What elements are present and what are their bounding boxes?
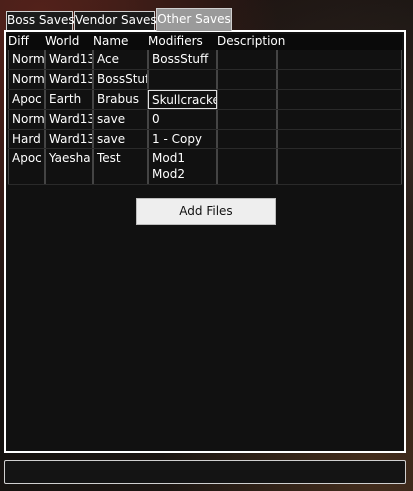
cell-name: save xyxy=(93,110,148,129)
tab-bar: Boss Saves Vendor Saves Other Saves xyxy=(6,8,246,31)
cell-diff: Hard xyxy=(8,130,45,148)
cell-description xyxy=(217,70,277,89)
cell-description xyxy=(217,110,277,129)
cell-modifiers xyxy=(148,70,217,89)
cell-filler xyxy=(277,70,402,89)
cell-modifiers: Mod1 Mod2 xyxy=(148,149,217,184)
cell-filler xyxy=(277,110,402,129)
table-header: Diff World Name Modifiers Description xyxy=(8,34,402,50)
status-bar xyxy=(4,460,406,484)
cell-description xyxy=(217,130,277,148)
cell-world: Ward13 xyxy=(45,110,93,129)
add-files-button[interactable]: Add Files xyxy=(136,198,276,225)
tab-boss-saves[interactable]: Boss Saves xyxy=(6,11,75,30)
cell-filler xyxy=(277,130,402,148)
column-header-diff[interactable]: Diff xyxy=(8,34,29,49)
table-row[interactable]: Apoc Yaesha Test Mod1 Mod2 xyxy=(8,149,402,185)
column-header-modifiers[interactable]: Modifiers xyxy=(148,34,203,49)
table-row[interactable]: Hard Ward13 save 1 - Copy xyxy=(8,130,402,149)
cell-diff: Apoc xyxy=(8,149,45,184)
cell-name: Brabus xyxy=(93,90,148,109)
cell-description xyxy=(217,90,277,109)
column-header-description[interactable]: Description xyxy=(217,34,285,49)
cell-name: BossStuff xyxy=(93,70,148,89)
saves-table: Diff World Name Modifiers Description No… xyxy=(8,34,402,185)
cell-modifiers: 1 - Copy xyxy=(148,130,217,148)
table-row[interactable]: Norm Ward13 Ace BossStuff xyxy=(8,50,402,70)
cell-diff: Norm xyxy=(8,110,45,129)
cell-filler xyxy=(277,90,402,109)
cell-filler xyxy=(277,50,402,69)
table-row[interactable]: Norm Ward13 BossStuff xyxy=(8,70,402,90)
table-row[interactable]: Norm Ward13 save 0 xyxy=(8,110,402,130)
cell-filler xyxy=(277,149,402,184)
cell-diff: Norm xyxy=(8,70,45,89)
cell-name: Ace xyxy=(93,50,148,69)
cell-description xyxy=(217,149,277,184)
tab-other-saves[interactable]: Other Saves xyxy=(156,8,232,31)
table-row[interactable]: Apoc Earth Brabus Skullcracker xyxy=(8,90,402,110)
cell-world: Earth xyxy=(45,90,93,109)
cell-diff: Apoc xyxy=(8,90,45,109)
cell-name: Test xyxy=(93,149,148,184)
cell-world: Ward13 xyxy=(45,130,93,148)
tab-vendor-saves[interactable]: Vendor Saves xyxy=(74,11,157,30)
cell-modifiers: BossStuff xyxy=(148,50,217,69)
cell-diff: Norm xyxy=(8,50,45,69)
column-header-name[interactable]: Name xyxy=(93,34,128,49)
cell-modifiers-selected[interactable]: Skullcracker xyxy=(148,90,217,109)
cell-modifiers: 0 xyxy=(148,110,217,129)
cell-world: Ward13 xyxy=(45,70,93,89)
other-saves-panel: Diff World Name Modifiers Description No… xyxy=(4,30,406,453)
cell-world: Yaesha xyxy=(45,149,93,184)
cell-description xyxy=(217,50,277,69)
column-header-world[interactable]: World xyxy=(45,34,79,49)
cell-world: Ward13 xyxy=(45,50,93,69)
cell-name: save xyxy=(93,130,148,148)
